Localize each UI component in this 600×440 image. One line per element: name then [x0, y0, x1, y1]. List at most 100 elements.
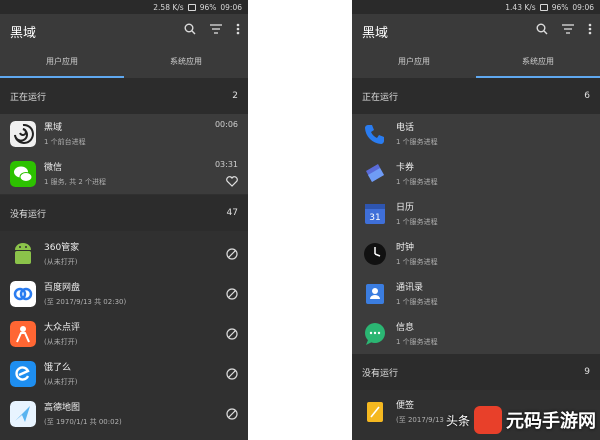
heart-icon[interactable] — [226, 176, 238, 187]
app-name: 百度网盘 — [44, 283, 81, 293]
tab-user-apps[interactable]: 用户应用 — [352, 48, 476, 78]
tab-system-apps[interactable]: 系统应用 — [124, 48, 248, 78]
running-section-header: 正在运行 2 — [0, 78, 248, 114]
android-icon — [15, 243, 31, 264]
app-process: 1 个服务进程 — [396, 218, 438, 226]
app-name: 电话 — [396, 123, 415, 133]
section-label: 正在运行 — [362, 92, 399, 103]
list-item[interactable]: 饿了么 (从未打开) — [0, 354, 248, 394]
section-count: 2 — [232, 91, 238, 101]
section-count: 47 — [226, 208, 238, 218]
section-count: 9 — [584, 367, 590, 377]
phone-icon — [365, 125, 384, 144]
app-name: 高德地图 — [44, 403, 81, 413]
app-last-used: (至 2017/9/13 共 02:30) — [44, 298, 127, 306]
app-process: 1 个服务进程 — [396, 258, 438, 266]
app-last-used: (从未打开) — [44, 338, 78, 346]
battery-level: 96% — [551, 2, 569, 12]
app-name: 便签 — [396, 401, 415, 411]
list-item[interactable]: 信息 1 个服务进程 — [352, 314, 600, 354]
watermark-prefix: 头条 — [446, 413, 471, 428]
clock-time: 09:06 — [220, 2, 242, 12]
battery-level: 96% — [199, 2, 217, 12]
block-icon[interactable] — [226, 368, 238, 380]
list-item[interactable]: 微信 1 服务, 共 2 个进程 03:31 — [0, 154, 248, 194]
left-screen: 2.58 K/s 96% 09:06 黑域 用户应用 系统应用 正在运行 2 黑… — [0, 0, 248, 440]
search-icon[interactable] — [536, 23, 548, 35]
app-name: 日历 — [396, 203, 415, 213]
watermark-text: 元码手游网 — [506, 411, 597, 432]
clock-time: 09:06 — [572, 2, 594, 12]
signal-icon — [187, 3, 196, 11]
filter-icon[interactable] — [562, 24, 574, 34]
clock-icon — [364, 243, 386, 265]
list-item[interactable]: 高德地图 (至 1970/1/1 共 00:02) — [0, 394, 248, 434]
app-process: 1 个服务进程 — [396, 178, 438, 186]
run-time: 00:06 — [214, 120, 238, 129]
list-item[interactable]: 黑域 1 个前台进程 00:06 — [0, 114, 248, 154]
stopped-section-header: 没有运行 47 — [0, 195, 248, 231]
contacts-icon — [366, 284, 384, 304]
app-name: 360管家 — [44, 243, 80, 253]
blackhole-icon — [10, 121, 36, 147]
notes-icon — [367, 402, 383, 422]
list-item[interactable]: 大众点评 (从未打开) — [0, 314, 248, 354]
app-name: 信息 — [396, 323, 415, 333]
app-name: 黑域 — [44, 123, 63, 133]
app-process: 1 个服务进程 — [396, 138, 438, 146]
wechat-icon — [10, 161, 36, 187]
list-item[interactable]: 百度网盘 (至 2017/9/13 共 02:30) — [0, 274, 248, 314]
list-item[interactable]: 电话 1 个服务进程 — [352, 114, 600, 154]
section-label: 没有运行 — [10, 209, 47, 220]
app-last-used: (至 2017/9/13 — [396, 416, 444, 424]
baidu-pan-icon — [10, 281, 36, 307]
app-bar: 黑域 — [352, 14, 600, 48]
more-vert-icon[interactable] — [588, 23, 592, 35]
app-name: 时钟 — [396, 243, 415, 253]
watermark-logo-icon — [474, 406, 503, 434]
app-name: 饿了么 — [44, 363, 72, 373]
section-count: 6 — [584, 91, 590, 101]
app-title: 黑域 — [362, 25, 389, 41]
stopped-section-header: 没有运行 9 — [352, 354, 600, 390]
svg-text:31: 31 — [369, 213, 380, 223]
status-bar: 1.43 K/s 96% 09:06 — [352, 0, 600, 14]
status-bar: 2.58 K/s 96% 09:06 — [0, 0, 248, 14]
block-icon[interactable] — [226, 288, 238, 300]
block-icon[interactable] — [226, 328, 238, 340]
tab-bar: 用户应用 系统应用 — [352, 48, 600, 78]
messages-icon — [365, 323, 385, 345]
app-name: 通讯录 — [396, 283, 424, 293]
list-item[interactable]: 31 日历 1 个服务进程 — [352, 194, 600, 234]
list-item[interactable]: 通讯录 1 个服务进程 — [352, 274, 600, 314]
block-icon[interactable] — [226, 408, 238, 420]
app-process: 1 服务, 共 2 个进程 — [44, 178, 107, 186]
eleme-icon — [10, 361, 36, 387]
app-name: 大众点评 — [44, 323, 81, 333]
list-item[interactable]: 卡券 1 个服务进程 — [352, 154, 600, 194]
section-label: 没有运行 — [362, 368, 399, 379]
calendar-icon: 31 — [365, 204, 385, 224]
tab-bar: 用户应用 系统应用 — [0, 48, 248, 78]
app-process: 1 个服务进程 — [396, 298, 438, 306]
search-icon[interactable] — [184, 23, 196, 35]
app-title: 黑域 — [10, 25, 37, 41]
app-process: 1 个服务进程 — [396, 338, 438, 346]
run-time: 03:31 — [214, 160, 238, 169]
app-process: 1 个前台进程 — [44, 138, 86, 146]
block-icon[interactable] — [226, 248, 238, 260]
dianping-icon — [10, 321, 36, 347]
network-speed: 1.43 K/s — [505, 2, 536, 12]
app-name: 卡券 — [396, 163, 415, 173]
network-speed: 2.58 K/s — [153, 2, 184, 12]
list-item[interactable]: 时钟 1 个服务进程 — [352, 234, 600, 274]
more-vert-icon[interactable] — [236, 23, 240, 35]
tab-user-apps[interactable]: 用户应用 — [0, 48, 124, 78]
running-section-header: 正在运行 6 — [352, 78, 600, 114]
tab-system-apps[interactable]: 系统应用 — [476, 48, 600, 78]
list-item[interactable]: 360管家 (从未打开) — [0, 234, 248, 274]
wallet-icon — [366, 164, 384, 182]
app-last-used: (从未打开) — [44, 258, 78, 266]
app-last-used: (从未打开) — [44, 378, 78, 386]
filter-icon[interactable] — [210, 24, 222, 34]
